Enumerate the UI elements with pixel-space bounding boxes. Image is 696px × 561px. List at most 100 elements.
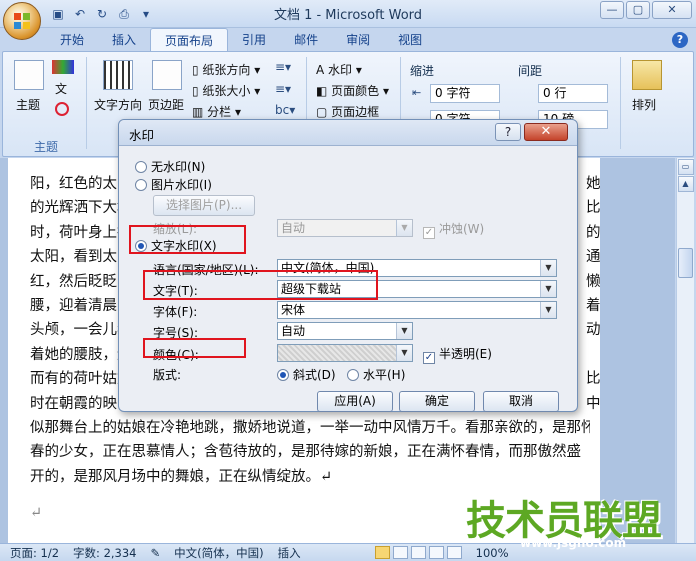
columns-button[interactable]: ▥ 分栏 ▾ xyxy=(192,103,241,120)
page-color-icon: ◧ xyxy=(316,84,332,98)
window-title: 文档 1 - Microsoft Word xyxy=(273,8,423,23)
picture-watermark-option[interactable]: 图片水印(I) xyxy=(135,176,212,193)
tab-review[interactable]: 审阅 xyxy=(332,28,384,52)
ribbon-separator xyxy=(620,57,621,149)
select-picture-button[interactable]: 选择图片(P)... xyxy=(153,195,255,216)
space-before-input[interactable]: 0 行 xyxy=(538,84,608,103)
columns-icon: ▥ xyxy=(192,105,208,119)
full-screen-reading-icon[interactable] xyxy=(392,546,408,559)
doc-fragment xyxy=(586,343,676,367)
themes-icon[interactable] xyxy=(14,60,44,90)
proofing-icon[interactable]: ✎ xyxy=(151,546,161,560)
watermark-dialog: 水印 ? ✕ 无水印(N) 图片水印(I) 选择图片(P)... 缩放(L): … xyxy=(118,119,578,412)
margins-button[interactable]: 页边距 xyxy=(148,96,184,113)
theme-fonts-icon[interactable]: 文 xyxy=(55,80,67,97)
restore-button[interactable]: ▢ xyxy=(626,1,650,19)
diagonal-option[interactable]: 斜式(D) xyxy=(277,366,336,383)
arrange-icon[interactable] xyxy=(632,60,662,90)
size-button[interactable]: ▯ 纸张大小 ▾ xyxy=(192,82,260,99)
scale-select[interactable]: 自动 ▼ xyxy=(277,219,413,237)
print-layout-icon[interactable] xyxy=(374,546,390,559)
watermark-icon: A xyxy=(316,63,329,77)
dialog-close-button[interactable]: ✕ xyxy=(524,123,568,141)
font-label: 字体(F): xyxy=(153,305,198,319)
text-direction-icon[interactable] xyxy=(103,60,133,90)
horizontal-option[interactable]: 水平(H) xyxy=(347,366,405,383)
radio-icon xyxy=(135,161,147,173)
indent-left-icon: ⇤ xyxy=(412,86,422,99)
semitransparent-checkbox[interactable]: ✓ 半透明(E) xyxy=(423,345,492,364)
close-window-button[interactable]: ✕ xyxy=(652,1,692,19)
doc-fragment: 通 xyxy=(586,249,601,266)
no-watermark-option[interactable]: 无水印(N) xyxy=(135,158,205,175)
logo-url: www.jsgho.com xyxy=(520,536,627,550)
web-layout-icon[interactable] xyxy=(410,546,426,559)
margins-icon[interactable] xyxy=(152,60,182,90)
orientation-icon: ▯ xyxy=(192,63,203,77)
dialog-help-button[interactable]: ? xyxy=(495,123,521,141)
doc-line: 似那舞台上的姑娘在冷艳地跳，撒娇地说道，一举一动中风情万千。看那亲欲的，是那怀 xyxy=(30,420,590,437)
doc-fragment: 比 xyxy=(586,200,601,217)
ruler-toggle-icon[interactable]: ▭ xyxy=(677,159,694,175)
color-select[interactable]: ▼ xyxy=(277,344,413,362)
ribbon-separator xyxy=(86,57,87,149)
tab-insert[interactable]: 插入 xyxy=(98,28,150,52)
hyphenation-icon[interactable]: bc▾ xyxy=(275,103,295,117)
language-status[interactable]: 中文(简体，中国) xyxy=(174,545,263,561)
office-logo-icon xyxy=(14,13,30,29)
doc-fragment: 动 xyxy=(586,322,601,339)
apply-button[interactable]: 应用(A) xyxy=(317,391,393,412)
doc-fragment: 她 xyxy=(586,176,601,192)
arrange-button[interactable]: 排列 xyxy=(632,96,656,113)
draft-icon[interactable] xyxy=(446,546,462,559)
text-direction-button[interactable]: 文字方向 xyxy=(94,96,142,113)
indent-left-input[interactable]: 0 字符 xyxy=(430,84,500,103)
word-count[interactable]: 字数: 2,334 xyxy=(73,545,136,561)
cancel-button[interactable]: 取消 xyxy=(483,391,559,412)
site-watermark-logo: 技术员联盟 www.jsgho.com xyxy=(466,488,696,550)
tab-home[interactable]: 开始 xyxy=(46,28,98,52)
orientation-button[interactable]: ▯ 纸张方向 ▾ xyxy=(192,61,260,78)
tab-mailings[interactable]: 邮件 xyxy=(280,28,332,52)
size-select[interactable]: 自动 ▼ xyxy=(277,322,413,340)
scroll-thumb[interactable] xyxy=(678,248,693,278)
doc-fragment: 比 xyxy=(586,371,601,388)
spacing-label: 间距 xyxy=(518,64,543,78)
layout-label: 版式: xyxy=(153,368,182,382)
theme-colors-icon[interactable] xyxy=(52,60,74,74)
outline-icon[interactable] xyxy=(428,546,444,559)
highlight-text-watermark xyxy=(129,225,246,254)
theme-effects-icon[interactable] xyxy=(55,102,69,116)
page-color-button[interactable]: ◧ 页面颜色 ▾ xyxy=(316,82,389,99)
tab-view[interactable]: 视图 xyxy=(384,28,436,52)
doc-fragment: 的 xyxy=(586,224,601,241)
themes-group-label: 主题 xyxy=(34,140,59,154)
line-numbers-icon[interactable]: ≡▾ xyxy=(275,82,291,96)
scroll-up-icon[interactable]: ▲ xyxy=(677,176,694,192)
minimize-button[interactable]: — xyxy=(600,1,624,19)
doc-fragment: 懒 xyxy=(586,273,601,290)
ok-button[interactable]: 确定 xyxy=(399,391,475,412)
page-count[interactable]: 页面: 1/2 xyxy=(10,545,59,561)
tab-references[interactable]: 引用 xyxy=(228,28,280,52)
dialog-title: 水印 xyxy=(129,128,155,143)
watermark-button[interactable]: A 水印 ▾ xyxy=(316,61,362,78)
indent-label: 缩进 xyxy=(410,64,435,78)
page-borders-icon: ▢ xyxy=(316,105,332,119)
window-controls: — ▢ ✕ xyxy=(600,1,692,19)
washout-checkbox[interactable]: ✓ 冲蚀(W) xyxy=(423,220,484,239)
tab-page-layout[interactable]: 页面布局 xyxy=(150,28,229,52)
page-borders-button[interactable]: ▢ 页面边框 xyxy=(316,103,379,120)
font-select[interactable]: 宋体 ▼ xyxy=(277,301,557,319)
breaks-icon[interactable]: ≡▾ xyxy=(275,60,291,74)
chevron-down-icon: ▼ xyxy=(540,281,556,297)
zoom-level[interactable]: 100% xyxy=(476,546,509,560)
doc-line: 开的，是那风月场中的舞娘，正在纵情绽放。↵ xyxy=(30,468,333,485)
office-button[interactable] xyxy=(3,2,41,40)
themes-button[interactable]: 主题 xyxy=(16,96,40,113)
help-icon[interactable]: ? xyxy=(672,32,688,48)
vertical-scrollbar[interactable]: ▭ ▲ xyxy=(676,158,694,543)
chevron-down-icon: ▼ xyxy=(540,260,556,276)
highlight-text-field xyxy=(143,270,378,300)
insert-mode[interactable]: 插入 xyxy=(278,545,301,561)
